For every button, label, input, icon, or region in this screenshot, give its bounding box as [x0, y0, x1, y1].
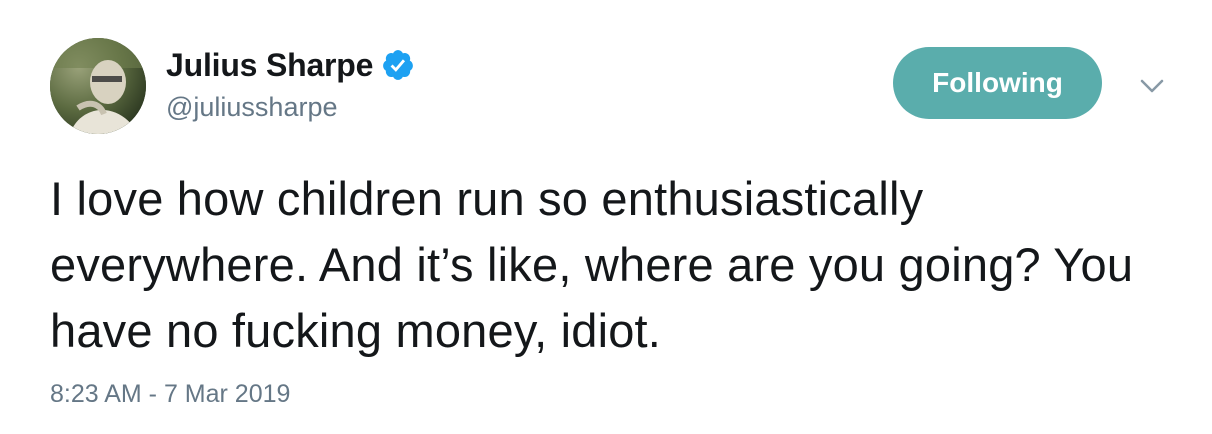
following-button[interactable]: Following — [893, 47, 1102, 119]
tweet-timestamp[interactable]: 8:23 AM - 7 Mar 2019 — [50, 380, 290, 409]
tweet-text: I love how children run so enthusiastica… — [50, 172, 1134, 357]
chevron-down-icon[interactable] — [1138, 76, 1166, 96]
tweet-card: Julius Sharpe @juliussharpe Following I … — [0, 0, 1212, 434]
display-name[interactable]: Julius Sharpe — [166, 47, 373, 84]
verified-badge-icon — [381, 48, 415, 82]
user-handle[interactable]: @juliussharpe — [166, 92, 338, 123]
name-row: Julius Sharpe — [166, 46, 415, 84]
avatar[interactable] — [50, 38, 146, 134]
avatar-photo — [50, 38, 146, 134]
